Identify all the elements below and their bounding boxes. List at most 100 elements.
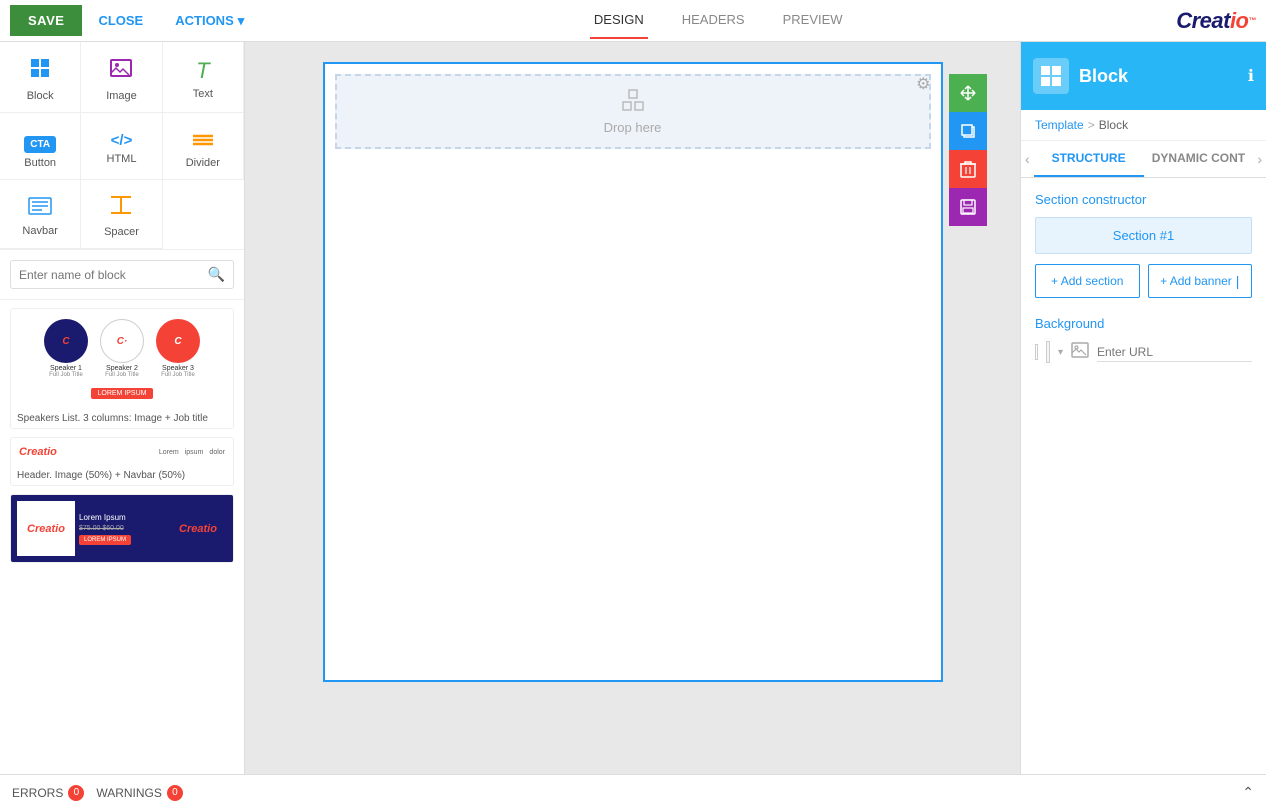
tab-structure[interactable]: STRUCTURE xyxy=(1034,141,1144,177)
breadcrumb-current: Block xyxy=(1099,118,1128,132)
move-button[interactable] xyxy=(949,74,987,112)
text-icon: T xyxy=(196,58,209,84)
add-banner-label: + Add banner xyxy=(1160,274,1232,288)
image-icon xyxy=(109,56,133,86)
panel-content: Section constructor Section #1 + Add sec… xyxy=(1021,178,1266,774)
block-icon xyxy=(28,56,52,86)
sidebar-item-image[interactable]: Image xyxy=(81,42,162,113)
background-url-input[interactable] xyxy=(1097,343,1252,362)
background-title: Background xyxy=(1035,316,1252,331)
breadcrumb: Template > Block xyxy=(1021,110,1266,141)
canvas-wrapper: ⚙ Drop here xyxy=(323,62,943,682)
sidebar-item-text[interactable]: T Text xyxy=(163,42,244,113)
tab-headers[interactable]: HEADERS xyxy=(678,2,749,39)
warnings-status: WARNINGS 0 xyxy=(96,785,183,801)
button-icon: CTA xyxy=(24,127,56,153)
background-row: ▾ xyxy=(1035,341,1252,363)
sidebar-item-html[interactable]: </> HTML xyxy=(81,113,162,180)
product-preview-image: Creatio Lorem Ipsum $75.00 $60.00 LOREM … xyxy=(11,495,233,562)
sidebar-item-block-label: Block xyxy=(27,90,54,102)
right-panel: Block ℹ Template > Block ‹ STRUCTURE DYN… xyxy=(1020,42,1266,774)
sidebar-item-navbar[interactable]: Navbar xyxy=(0,180,81,249)
breadcrumb-template-link[interactable]: Template xyxy=(1035,118,1084,132)
right-panel-header: Block ℹ xyxy=(1021,42,1266,110)
block-preview-speakers[interactable]: C Speaker 1 Full Job Title C· Speaker 2 … xyxy=(10,308,234,429)
copy-button[interactable] xyxy=(949,112,987,150)
gear-icon[interactable]: ⚙ xyxy=(916,74,930,94)
sidebar-item-divider[interactable]: Divider xyxy=(163,113,244,180)
tab-preview[interactable]: PREVIEW xyxy=(779,2,847,39)
header-preview-image: Creatio Loremipsumdolor xyxy=(11,438,233,466)
speakers-preview-image: C Speaker 1 Full Job Title C· Speaker 2 … xyxy=(11,309,233,409)
errors-label: ERRORS xyxy=(12,786,63,800)
sidebar-item-button-label: Button xyxy=(24,157,56,169)
sidebar-item-spacer-label: Spacer xyxy=(104,226,139,238)
product-image: Creatio xyxy=(17,501,75,556)
drop-zone-icon xyxy=(622,89,644,116)
actions-button[interactable]: ACTIONS ▾ xyxy=(159,5,260,37)
block-preview-header[interactable]: Creatio Loremipsumdolor Header. Image (5… xyxy=(10,437,234,486)
tab-design[interactable]: DESIGN xyxy=(590,2,648,39)
section-constructor-title: Section constructor xyxy=(1035,192,1252,207)
navbar-icon xyxy=(28,195,52,221)
sidebar-item-image-label: Image xyxy=(106,90,137,102)
product-info: Lorem Ipsum $75.00 $60.00 LOREM IPSUM xyxy=(79,501,165,556)
search-input[interactable] xyxy=(19,268,202,282)
save-block-button[interactable] xyxy=(949,188,987,226)
search-icon[interactable]: 🔍 xyxy=(208,266,225,283)
canvas-area: ⚙ Drop here xyxy=(245,42,1020,774)
actions-label: ACTIONS xyxy=(175,13,234,28)
tab-left-arrow[interactable]: ‹ xyxy=(1021,151,1034,167)
save-button[interactable]: SAVE xyxy=(10,5,82,36)
sidebar-item-navbar-label: Navbar xyxy=(22,225,57,237)
bg-dropdown-arrow[interactable]: ▾ xyxy=(1058,347,1063,358)
main-nav-tabs: DESIGN HEADERS PREVIEW xyxy=(260,2,1176,39)
sidebar-item-html-label: HTML xyxy=(107,153,137,165)
main-layout: Block Image T Text CTA Button xyxy=(0,42,1266,774)
bg-image-icon[interactable] xyxy=(1071,342,1089,363)
chevron-down-icon: ▾ xyxy=(238,13,245,29)
lorem-ipsum-badge: LOREM IPSUM xyxy=(91,388,152,399)
right-panel-tabs: ‹ STRUCTURE DYNAMIC CONT › xyxy=(1021,141,1266,178)
delete-button[interactable] xyxy=(949,150,987,188)
drop-zone-label: Drop here xyxy=(604,120,662,135)
divider-icon xyxy=(191,127,215,153)
warnings-badge: 0 xyxy=(167,785,183,801)
errors-badge: 0 xyxy=(68,785,84,801)
side-actions xyxy=(949,74,987,226)
creatio-logo: Creatio ™ xyxy=(1176,8,1256,34)
html-icon: </> xyxy=(111,132,133,149)
add-banner-button[interactable]: + Add banner | xyxy=(1148,264,1253,298)
header-nav: Loremipsumdolor xyxy=(159,449,225,456)
components-grid: Block Image T Text CTA Button xyxy=(0,42,244,250)
sidebar-item-divider-label: Divider xyxy=(186,157,220,169)
drop-zone[interactable]: Drop here xyxy=(335,74,931,149)
top-toolbar: SAVE CLOSE ACTIONS ▾ DESIGN HEADERS PREV… xyxy=(0,0,1266,42)
chevron-up-icon[interactable]: ⌃ xyxy=(1242,784,1254,801)
sidebar-item-spacer[interactable]: Spacer xyxy=(81,180,162,249)
speakers-block-label: Speakers List. 3 columns: Image + Job ti… xyxy=(11,409,233,428)
tab-dynamic-content[interactable]: DYNAMIC CONT xyxy=(1144,141,1254,177)
bottom-bar: ERRORS 0 WARNINGS 0 ⌃ xyxy=(0,774,1266,810)
section-item[interactable]: Section #1 xyxy=(1035,217,1252,254)
left-sidebar: Block Image T Text CTA Button xyxy=(0,42,245,774)
panel-header-icon xyxy=(1033,58,1069,94)
add-section-button[interactable]: + Add section xyxy=(1035,264,1140,298)
info-icon[interactable]: ℹ xyxy=(1248,66,1254,86)
block-search[interactable]: 🔍 xyxy=(10,260,234,289)
close-button[interactable]: CLOSE xyxy=(82,5,159,36)
header-block-label: Header. Image (50%) + Navbar (50%) xyxy=(11,466,233,485)
sidebar-item-button[interactable]: CTA Button xyxy=(0,113,81,180)
background-checkbox[interactable] xyxy=(1035,344,1038,360)
warnings-label: WARNINGS xyxy=(96,786,162,800)
sidebar-item-block[interactable]: Block xyxy=(0,42,81,113)
panel-title: Block xyxy=(1079,66,1238,87)
tab-right-arrow[interactable]: › xyxy=(1253,151,1266,167)
background-color-swatch[interactable] xyxy=(1046,341,1050,363)
errors-status: ERRORS 0 xyxy=(12,785,84,801)
spacer-icon xyxy=(109,194,133,222)
header-logo: Creatio xyxy=(19,446,57,458)
add-buttons-row: + Add section + Add banner | xyxy=(1035,264,1252,298)
sidebar-item-text-label: Text xyxy=(193,88,213,100)
block-preview-product[interactable]: Creatio Lorem Ipsum $75.00 $60.00 LOREM … xyxy=(10,494,234,563)
